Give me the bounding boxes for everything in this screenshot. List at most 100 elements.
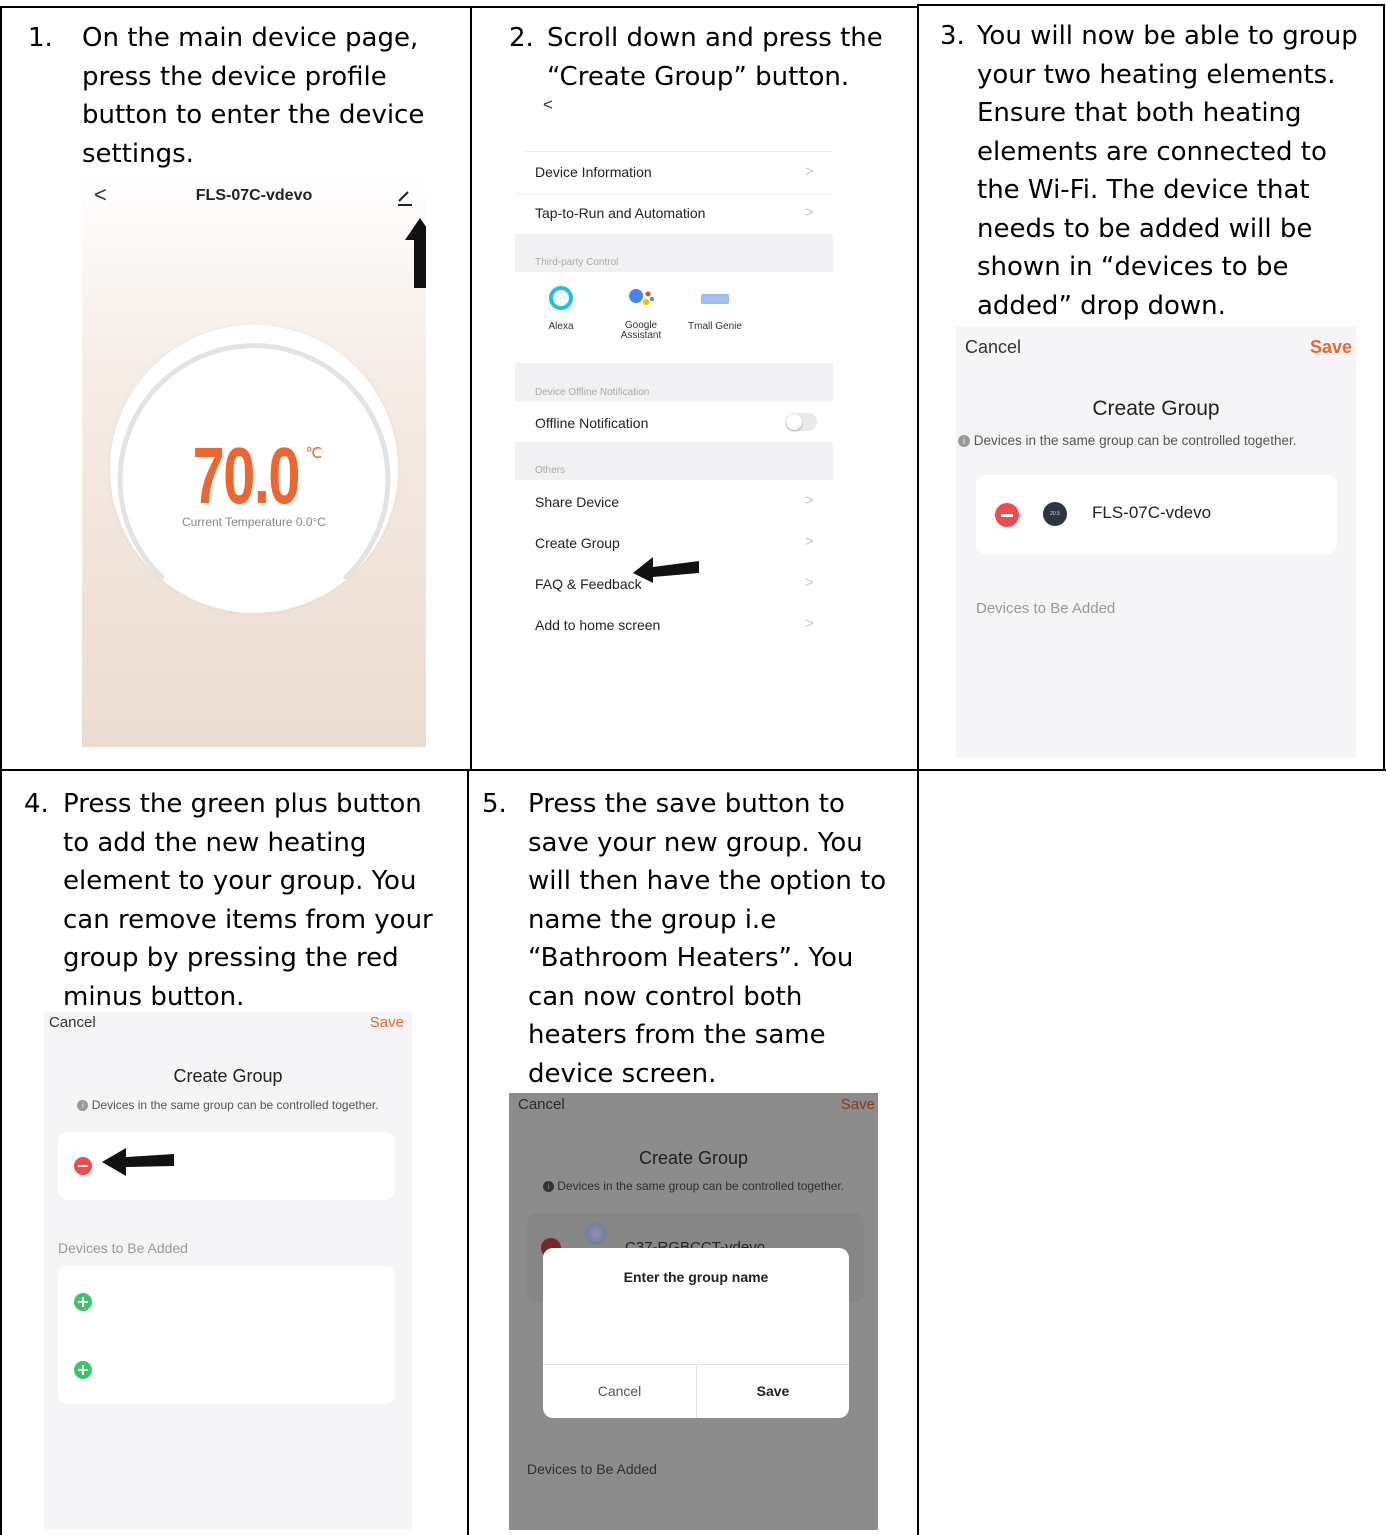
chevron-right-icon: >: [805, 574, 814, 591]
step-line: can now control both: [528, 981, 803, 1012]
row-label: Add to home screen: [535, 617, 661, 633]
table-col-divider-1b: [467, 770, 469, 1535]
alexa-icon: [549, 286, 573, 310]
edit-pencil-icon[interactable]: [395, 188, 415, 208]
screenshot-create-group: Cancel Save Create Group i Devices in th…: [956, 327, 1356, 758]
page-title: Create Group: [173, 1066, 283, 1086]
step-line: elements are connected to: [977, 136, 1327, 167]
save-button[interactable]: Save: [370, 1014, 404, 1031]
step-line: On the main device page,: [82, 23, 419, 53]
step-line: Press the green plus button: [63, 789, 422, 819]
save-button: Save: [840, 1096, 875, 1113]
group-device-card: 20.5 FLS-07C-vdevo: [976, 475, 1337, 554]
step-line: name the group i.e: [528, 904, 777, 935]
row-label: Create Group: [535, 535, 620, 551]
dialog-save-button[interactable]: Save: [697, 1383, 849, 1399]
step-line: heaters from the same: [528, 1020, 826, 1050]
settings-row-tap-to-run[interactable]: Tap-to-Run and Automation >: [515, 194, 833, 234]
tmall-genie-icon: [701, 294, 729, 304]
info-text-row: i Devices in the same group can be contr…: [509, 1179, 878, 1193]
screenshot-name-dialog: Cancel Save Create Group i Devices in th…: [509, 1093, 878, 1530]
step-3-text: 3. You will now be able to group your tw…: [940, 17, 1380, 325]
info-text-row: i Devices in the same group can be contr…: [958, 433, 1356, 448]
plus-icon[interactable]: [74, 1361, 92, 1379]
step-line: needs to be added will be: [977, 213, 1313, 244]
step-line: press the device profile: [82, 61, 387, 92]
minus-icon[interactable]: [74, 1157, 92, 1175]
step-4-text: 4. Press the green plus button to add th…: [24, 785, 464, 1016]
step-number: 1.: [28, 23, 53, 53]
step-line: the Wi-Fi. The device that: [977, 175, 1310, 205]
step-5-text: 5. Press the save button to save your ne…: [482, 785, 912, 1093]
device-name: FLS-07C-vdevo: [1092, 503, 1212, 522]
step-line: settings.: [82, 138, 194, 169]
step-line: added” drop down.: [977, 290, 1226, 321]
section-header-others: Others: [515, 442, 833, 480]
table-border-left: [0, 6, 2, 1535]
section-label: Device Offline Notification: [535, 387, 650, 398]
section-header-third-party: Third-party Control: [515, 234, 833, 272]
dialog-title: Enter the group name: [623, 1269, 769, 1285]
bulb-device-icon: [585, 1223, 607, 1245]
minus-icon[interactable]: [995, 503, 1019, 527]
step-line: shown in “devices to be: [977, 252, 1289, 282]
step-line: save your new group. You: [528, 827, 863, 858]
service-label: Tmall Genie: [688, 321, 742, 332]
devices-to-add-label: Devices to Be Added: [527, 1461, 657, 1477]
row-label: Device Information: [535, 164, 652, 180]
offline-toggle[interactable]: [785, 413, 817, 431]
temperature-value: 70.0: [192, 431, 300, 520]
info-text: Devices in the same group can be control…: [973, 433, 1297, 448]
step-line: to add the new heating: [63, 827, 367, 858]
service-label: Google Assistant: [620, 320, 662, 341]
alexa-service[interactable]: Alexa: [537, 284, 585, 332]
arrow-up-icon: [405, 218, 426, 288]
table-border-top: [0, 6, 918, 8]
table-border-top-right: [918, 4, 1385, 6]
row-label: Tap-to-Run and Automation: [535, 205, 706, 221]
cancel-button[interactable]: Cancel: [49, 1014, 96, 1031]
row-label: Offline Notification: [535, 415, 649, 431]
group-device-card: [58, 1132, 395, 1200]
settings-row-add-home-screen[interactable]: Add to home screen >: [515, 604, 833, 644]
step-line: You will now be able to group: [977, 21, 1358, 51]
row-label: Share Device: [535, 494, 620, 510]
step-line: Press the save button to: [528, 789, 845, 819]
dialog-cancel-button[interactable]: Cancel: [543, 1383, 696, 1399]
tmall-genie-service[interactable]: Tmall Genie: [683, 284, 747, 332]
step-line: your two heating elements.: [977, 59, 1336, 90]
step-2-text: 2. Scroll down and press the “Create Gro…: [509, 19, 909, 96]
devices-to-add-label: Devices to Be Added: [976, 600, 1116, 617]
service-label: Alexa: [548, 321, 574, 332]
screenshot-add-devices: Cancel Save Create Group i Devices in th…: [44, 1012, 412, 1530]
chevron-right-icon: >: [805, 533, 814, 550]
table-row-divider: [0, 769, 1386, 771]
google-assistant-service[interactable]: Google Assistant: [611, 284, 671, 341]
toggle-knob: [786, 414, 802, 430]
group-name-input[interactable]: [573, 1300, 819, 1350]
set-temperature: 70.0 ℃: [82, 430, 426, 522]
step-line: can remove items from your: [63, 904, 433, 935]
section-label: Others: [535, 465, 566, 476]
step-number: 3.: [940, 21, 965, 51]
cancel-button[interactable]: Cancel: [965, 337, 1021, 358]
save-button[interactable]: Save: [1310, 337, 1352, 358]
info-text: Devices in the same group can be control…: [91, 1098, 379, 1112]
step-line: device screen.: [528, 1058, 717, 1089]
plus-icon[interactable]: [74, 1293, 92, 1311]
header-divider: [525, 151, 833, 152]
settings-row-share-device[interactable]: Share Device >: [515, 481, 833, 521]
step-line: group by pressing the red: [63, 943, 399, 973]
chevron-left-icon[interactable]: <: [543, 95, 553, 115]
temperature-unit: ℃: [305, 445, 323, 462]
settings-row-device-information[interactable]: Device Information >: [515, 153, 833, 194]
step-line: button to enter the device: [82, 100, 425, 130]
info-icon: i: [77, 1100, 89, 1112]
info-text-row: i Devices in the same group can be contr…: [44, 1098, 412, 1112]
chevron-right-icon: >: [805, 615, 814, 632]
device-title: FLS-07C-vdevo: [195, 187, 313, 204]
section-label: Third-party Control: [535, 257, 619, 268]
step-number: 4.: [24, 789, 49, 819]
screenshot-settings: < Device Information > Tap-to-Run and Au…: [515, 95, 833, 647]
step-1-text: 1. On the main device page, press the de…: [28, 19, 458, 173]
